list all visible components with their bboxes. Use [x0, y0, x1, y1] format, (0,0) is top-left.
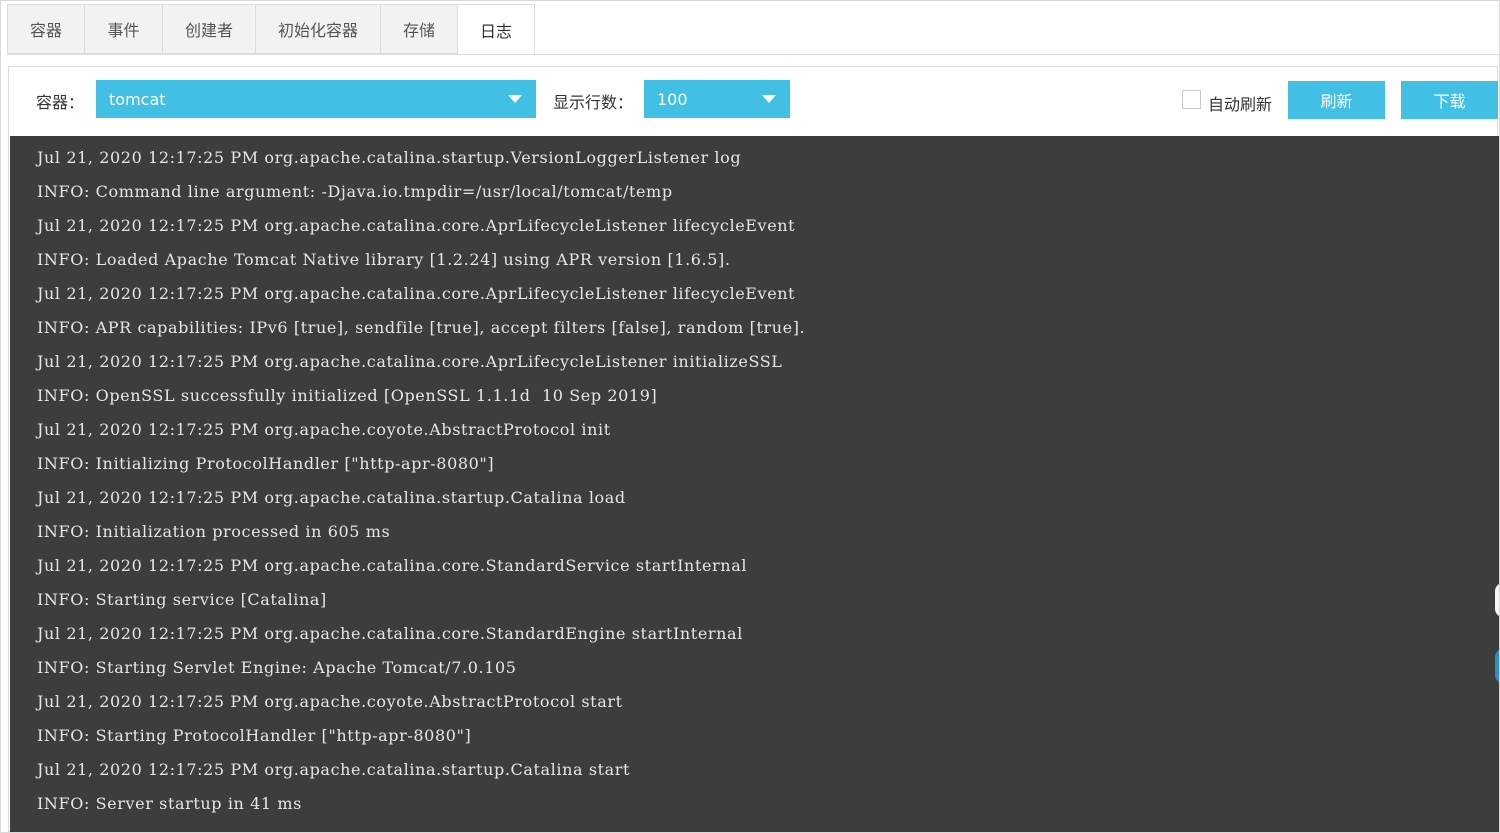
lines-select-label: 显示行数：	[553, 93, 634, 112]
log-output[interactable]: Jul 21, 2020 12:17:25 PM org.apache.cata…	[10, 136, 1499, 832]
container-select[interactable]: tomcat	[96, 80, 536, 118]
log-line: Jul 21, 2020 12:17:25 PM org.apache.cata…	[37, 556, 748, 575]
lines-select[interactable]: 100	[644, 80, 790, 118]
log-line: Jul 21, 2020 12:17:25 PM org.apache.cata…	[37, 488, 626, 507]
log-line: INFO: Command line argument: -Djava.io.t…	[37, 182, 673, 201]
log-line: Jul 21, 2020 12:17:25 PM org.apache.cata…	[37, 624, 743, 643]
log-line: INFO: Starting ProtocolHandler ["http-ap…	[37, 726, 472, 745]
floating-help-handle[interactable]	[1495, 649, 1499, 683]
container-select-value: tomcat	[109, 89, 166, 109]
log-line: INFO: Server startup in 41 ms	[37, 794, 302, 813]
log-line: Jul 21, 2020 12:17:25 PM org.apache.coyo…	[37, 420, 611, 439]
log-line: Jul 21, 2020 12:17:25 PM org.apache.cata…	[37, 216, 796, 235]
log-line: INFO: Initializing ProtocolHandler ["htt…	[37, 454, 495, 473]
tab-bar: 容器 事件 创建者 初始化容器 存储 日志	[7, 4, 1499, 55]
chevron-down-icon	[762, 95, 776, 103]
refresh-button[interactable]: 刷新	[1288, 81, 1385, 119]
log-line: INFO: Initialization processed in 605 ms	[37, 522, 391, 541]
log-line: Jul 21, 2020 12:17:25 PM org.apache.cata…	[37, 760, 631, 779]
scroll-top-handle[interactable]	[1495, 583, 1499, 617]
log-line: INFO: Starting service [Catalina]	[37, 590, 327, 609]
container-select-label: 容器：	[36, 93, 85, 112]
chevron-down-icon	[508, 95, 522, 103]
log-line: INFO: Loaded Apache Tomcat Native librar…	[37, 250, 731, 269]
log-line: INFO: APR capabilities: IPv6 [true], sen…	[37, 318, 806, 337]
tab-events[interactable]: 事件	[84, 4, 162, 54]
log-line: INFO: OpenSSL successfully initialized […	[37, 386, 658, 405]
tab-storage[interactable]: 存储	[380, 4, 457, 54]
auto-refresh-label: 自动刷新	[1208, 95, 1273, 114]
log-line: INFO: Starting Servlet Engine: Apache To…	[37, 658, 517, 677]
tab-containers[interactable]: 容器	[7, 4, 84, 54]
tab-logs[interactable]: 日志	[457, 4, 535, 55]
log-line: Jul 21, 2020 12:17:25 PM org.apache.coyo…	[37, 692, 623, 711]
auto-refresh-checkbox[interactable]	[1182, 90, 1201, 109]
log-line: Jul 21, 2020 12:17:25 PM org.apache.cata…	[37, 284, 796, 303]
tab-creator[interactable]: 创建者	[162, 4, 255, 54]
log-line: Jul 21, 2020 12:17:25 PM org.apache.cata…	[37, 148, 742, 167]
lines-select-value: 100	[657, 89, 688, 109]
pod-detail-panel: 容器 事件 创建者 初始化容器 存储 日志 容器： tomcat 显示行数： 1…	[0, 0, 1500, 833]
download-button[interactable]: 下载	[1401, 81, 1498, 119]
log-line: Jul 21, 2020 12:17:25 PM org.apache.cata…	[37, 352, 783, 371]
tab-init-containers[interactable]: 初始化容器	[255, 4, 380, 54]
